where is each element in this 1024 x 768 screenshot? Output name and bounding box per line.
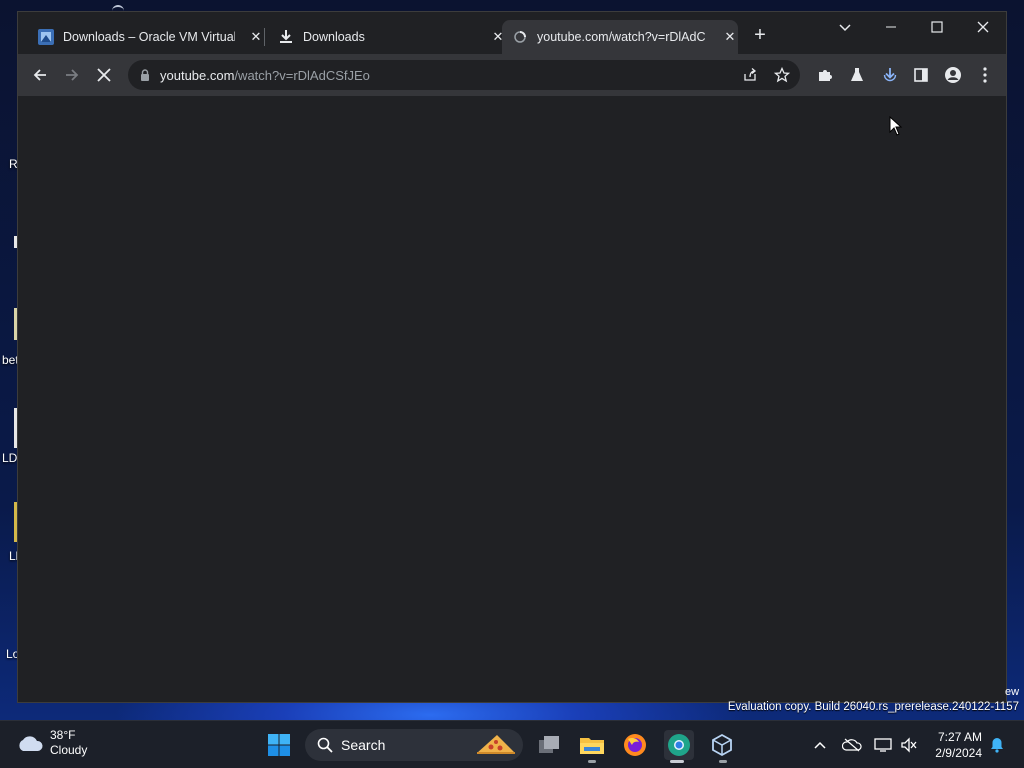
tab-youtube[interactable]: youtube.com/watch?v=rDlAdCSfJEo ✕ xyxy=(502,20,738,54)
url-host: youtube.com xyxy=(160,67,235,83)
browser-canary-icon xyxy=(668,734,690,756)
virtualbox-cube-icon xyxy=(712,733,732,757)
firefox-icon xyxy=(624,734,646,756)
forward-button[interactable] xyxy=(60,63,84,87)
running-indicator xyxy=(719,760,727,763)
virtualbox-page-icon xyxy=(38,29,54,45)
back-button[interactable] xyxy=(28,63,52,87)
start-button[interactable] xyxy=(264,730,294,760)
tab-strip: Downloads – Oracle VM VirtualBox ✕ Downl… xyxy=(18,12,1006,54)
network-icon[interactable] xyxy=(874,736,892,754)
task-view-button[interactable] xyxy=(534,730,564,760)
stop-loading-button[interactable] xyxy=(92,63,116,87)
notification-bell-icon[interactable] xyxy=(988,736,1006,754)
lock-icon[interactable] xyxy=(140,69,150,81)
close-tab-icon[interactable]: ✕ xyxy=(248,29,264,45)
clock-date: 2/9/2024 xyxy=(935,746,982,760)
downloads-progress-icon[interactable] xyxy=(878,63,902,87)
clock-time: 7:27 AM xyxy=(937,730,982,744)
address-url: youtube.com/watch?v=rDlAdCSfJEo xyxy=(160,68,370,83)
labs-flask-icon[interactable] xyxy=(845,63,869,87)
tab-separator xyxy=(264,28,265,46)
browser-toolbar: youtube.com/watch?v=rDlAdCSfJEo xyxy=(18,54,1006,96)
windows-logo-icon xyxy=(268,734,290,756)
tab-downloads[interactable]: Downloads ✕ xyxy=(268,20,503,54)
chrome-canary-button[interactable] xyxy=(664,730,694,760)
weather-temperature: 38°F xyxy=(50,728,76,742)
url-path: /watch?v=rDlAdCSfJEo xyxy=(234,67,370,83)
virtualbox-button[interactable] xyxy=(707,730,737,760)
mouse-cursor-icon xyxy=(889,116,903,136)
browser-window: Downloads – Oracle VM VirtualBox ✕ Downl… xyxy=(17,11,1007,703)
firefox-button[interactable] xyxy=(620,730,650,760)
search-label: Search xyxy=(341,737,386,753)
tab-title: Downloads – Oracle VM VirtualBox xyxy=(63,30,235,44)
taskbar: 38°F Cloudy Search 7:27 AM 2/9/2024 xyxy=(0,720,1024,768)
volume-muted-icon[interactable] xyxy=(900,736,918,754)
running-indicator xyxy=(588,760,596,763)
show-hidden-icons-chevron-icon[interactable] xyxy=(811,736,829,754)
tab-search-chevron-icon[interactable] xyxy=(830,16,860,40)
page-content-blank[interactable] xyxy=(18,96,1006,702)
download-icon xyxy=(280,30,292,43)
weather-widget[interactable]: 38°F Cloudy xyxy=(16,728,87,758)
active-indicator xyxy=(670,760,684,763)
desktop-icon-label: ew xyxy=(1005,686,1020,698)
tab-title: Downloads xyxy=(303,30,365,44)
tab-title: youtube.com/watch?v=rDlAdCSfJEo xyxy=(537,30,705,44)
close-window-button[interactable] xyxy=(968,16,998,40)
desktop-icon-label[interactable]: LD xyxy=(2,451,17,465)
new-tab-button[interactable]: + xyxy=(750,25,770,45)
maximize-button[interactable] xyxy=(922,16,952,40)
loading-globe-icon xyxy=(514,31,526,43)
search-icon xyxy=(317,737,333,753)
folder-icon xyxy=(580,738,604,754)
address-bar[interactable]: youtube.com/watch?v=rDlAdCSfJEo xyxy=(128,60,800,90)
bookmark-star-icon[interactable] xyxy=(770,63,794,87)
pizza-highlight-icon xyxy=(477,735,515,754)
menu-kebab-icon[interactable] xyxy=(973,63,997,87)
task-view-icon xyxy=(539,736,559,753)
system-clock[interactable]: 7:27 AM 2/9/2024 xyxy=(928,729,982,761)
minimize-button[interactable] xyxy=(876,16,906,40)
close-tab-icon[interactable]: ✕ xyxy=(722,29,738,45)
evaluation-watermark: Evaluation copy. Build 26040.rs_prerelea… xyxy=(727,701,1019,713)
extensions-puzzle-icon[interactable] xyxy=(813,63,837,87)
side-panel-icon[interactable] xyxy=(909,63,933,87)
file-explorer-button[interactable] xyxy=(577,730,607,760)
onedrive-offline-icon[interactable] xyxy=(842,736,862,754)
share-icon[interactable] xyxy=(738,63,762,87)
cloud-icon xyxy=(19,736,43,751)
weather-condition: Cloudy xyxy=(50,743,88,757)
taskbar-search[interactable]: Search xyxy=(305,729,523,761)
tab-virtualbox-downloads[interactable]: Downloads – Oracle VM VirtualBox ✕ xyxy=(28,20,264,54)
profile-avatar-icon[interactable] xyxy=(941,63,965,87)
